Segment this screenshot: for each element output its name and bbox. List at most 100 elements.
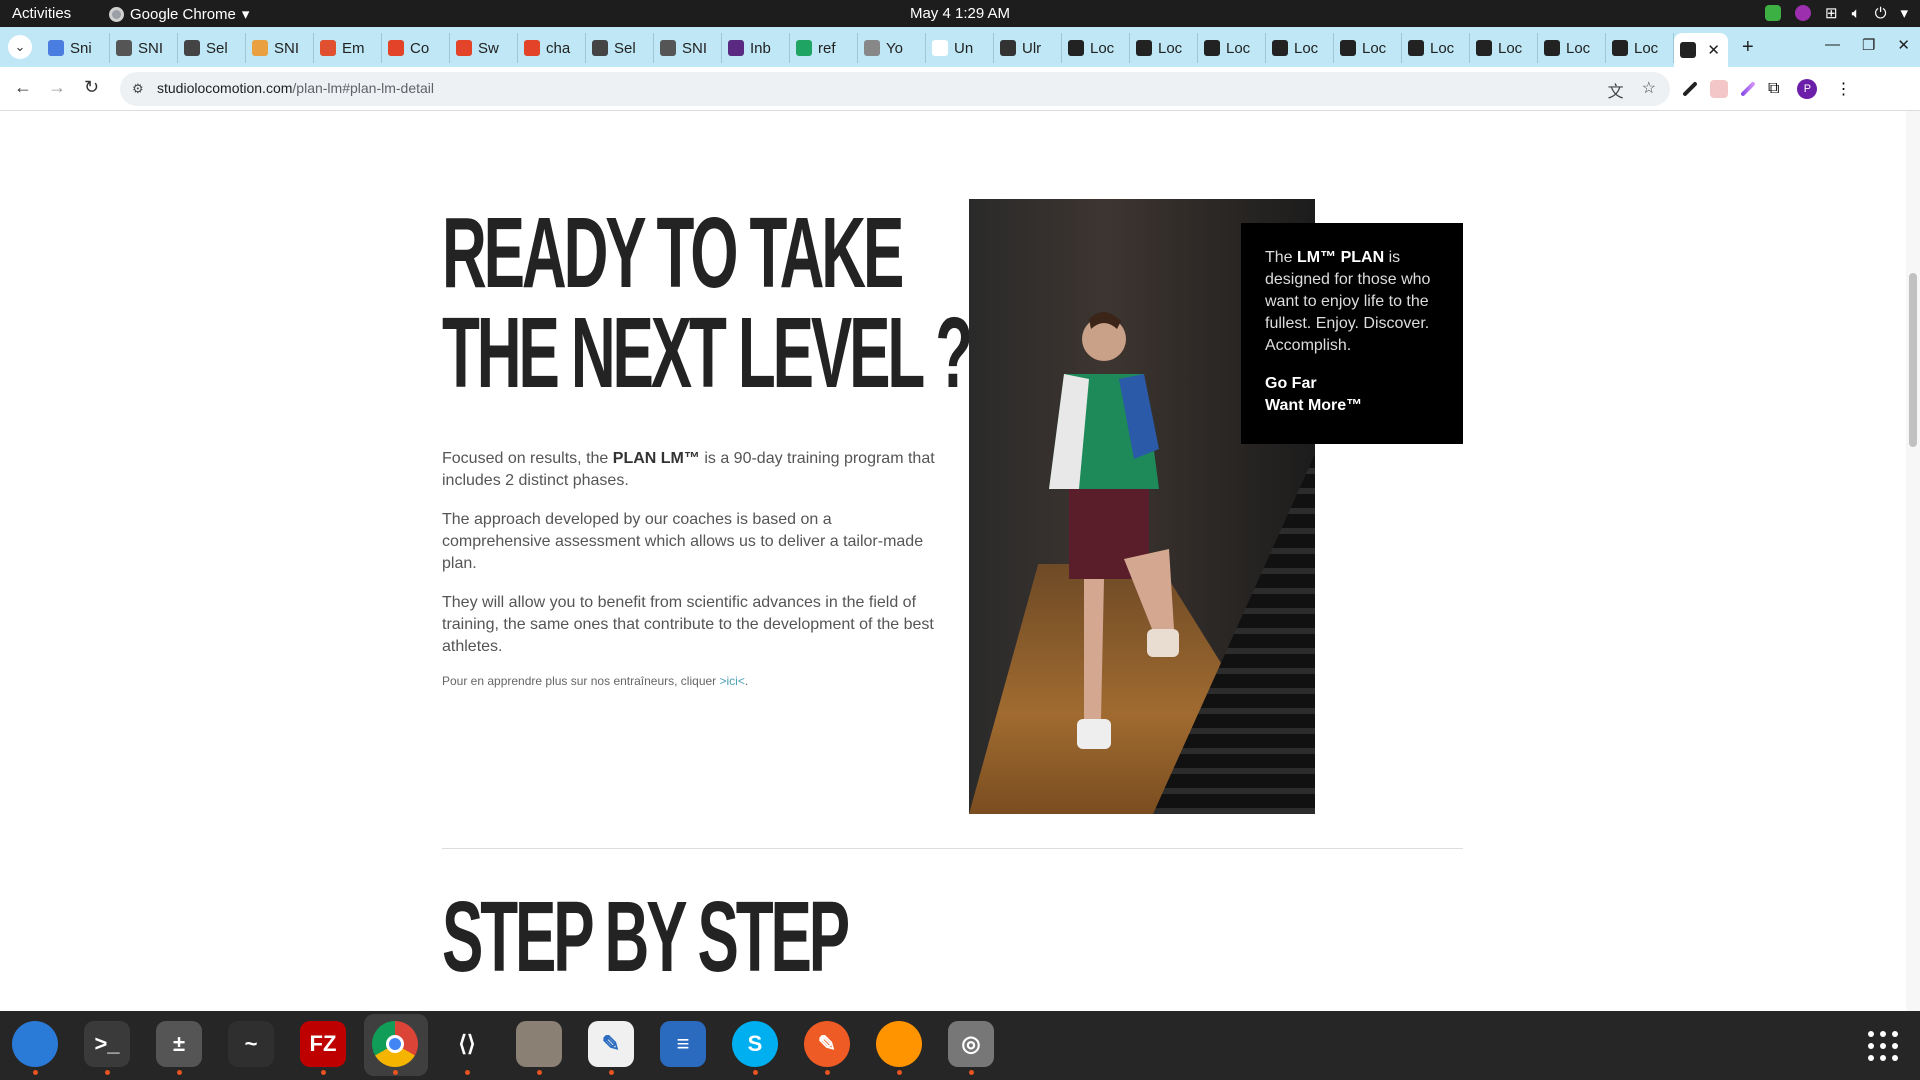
tab-item[interactable]: SNI bbox=[654, 33, 722, 63]
tab-item[interactable]: SNI bbox=[110, 33, 178, 63]
more-menu-icon[interactable]: ⋮ bbox=[1835, 79, 1851, 99]
app-menu[interactable]: Google Chrome ▾ bbox=[109, 5, 249, 23]
update-indicator-icon[interactable] bbox=[1765, 5, 1781, 21]
forward-icon[interactable]: → bbox=[48, 77, 66, 98]
scrollbar-thumb[interactable] bbox=[1909, 273, 1917, 447]
tab-item[interactable]: Un bbox=[926, 33, 994, 63]
tab-favicon-icon bbox=[1340, 40, 1356, 56]
tab-item[interactable]: Loc bbox=[1334, 33, 1402, 63]
plan-name: PLAN LM™ bbox=[612, 450, 700, 467]
tab-item[interactable]: Loc bbox=[1538, 33, 1606, 63]
activities-button[interactable]: Activities bbox=[12, 5, 71, 22]
url-text[interactable]: studiolocomotion.com/plan-lm#plan-lm-det… bbox=[157, 80, 434, 96]
network-icon[interactable]: ⊞ bbox=[1825, 4, 1838, 22]
tab-favicon-icon bbox=[592, 40, 608, 56]
tab-favicon-icon bbox=[320, 40, 336, 56]
calendar-extension-icon[interactable] bbox=[1710, 80, 1728, 98]
tab-item[interactable]: Loc bbox=[1198, 33, 1266, 63]
files-icon[interactable] bbox=[516, 1021, 562, 1075]
site-info-icon[interactable]: ⚙︎ bbox=[132, 81, 144, 97]
browser-toolbar: ← → ↻ ⚙︎ studiolocomotion.com/plan-lm#pl… bbox=[0, 67, 1920, 111]
taskbar-dock: >_ ± ~ FZ ⟨⟩ ✎ ≡ S ✎ ◎ bbox=[0, 1011, 1920, 1080]
libreoffice-writer-icon[interactable]: ≡ bbox=[660, 1021, 706, 1067]
tab-item[interactable]: Em bbox=[314, 33, 382, 63]
power-icon[interactable]: ⏻ bbox=[1875, 5, 1887, 22]
tab-favicon-icon bbox=[1612, 40, 1628, 56]
tab-label: Co bbox=[410, 39, 430, 57]
tab-item[interactable]: Loc bbox=[1062, 33, 1130, 63]
address-bar[interactable]: ⚙︎ studiolocomotion.com/plan-lm#plan-lm-… bbox=[120, 72, 1670, 106]
tab-item[interactable]: Sel bbox=[178, 33, 246, 63]
tab-search-button[interactable]: ⌄ bbox=[8, 35, 32, 59]
close-window-icon[interactable]: ✕ bbox=[1897, 36, 1910, 54]
tab-item[interactable]: ref bbox=[790, 33, 858, 63]
tab-label: Yo bbox=[886, 39, 903, 57]
tab-close-icon[interactable]: ✕ bbox=[1707, 41, 1720, 59]
tab-item[interactable]: SNI bbox=[246, 33, 314, 63]
tab-label: Loc bbox=[1362, 39, 1387, 57]
tab-favicon-icon bbox=[796, 40, 812, 56]
page-scrollbar[interactable] bbox=[1906, 111, 1920, 1011]
disks-icon[interactable]: ◎ bbox=[948, 1021, 994, 1075]
pen-extension-icon[interactable] bbox=[1740, 81, 1756, 97]
tab-item[interactable]: Loc bbox=[1266, 33, 1334, 63]
coaches-link[interactable]: >ici< bbox=[720, 674, 745, 688]
tagline-line-1: Go Far bbox=[1265, 375, 1317, 392]
running-indicator bbox=[897, 1070, 902, 1075]
extension-indicator-icon[interactable] bbox=[1795, 5, 1811, 21]
show-apps-icon[interactable] bbox=[1868, 1031, 1898, 1061]
eyedropper-extension-icon[interactable] bbox=[1682, 81, 1698, 97]
tab-item[interactable]: Co bbox=[382, 33, 450, 63]
skype-icon[interactable]: S bbox=[732, 1021, 778, 1075]
clock[interactable]: May 4 1:29 AM bbox=[0, 5, 1920, 22]
coaches-note: Pour en apprendre plus sur nos entraîneu… bbox=[442, 674, 748, 688]
filezilla-icon[interactable]: FZ bbox=[300, 1021, 346, 1075]
calculator-icon[interactable]: ± bbox=[156, 1021, 202, 1075]
back-icon[interactable]: ← bbox=[14, 77, 32, 98]
tab-label: Inb bbox=[750, 39, 771, 57]
tab-item[interactable]: Ulr bbox=[994, 33, 1062, 63]
tab-item[interactable]: Inb bbox=[722, 33, 790, 63]
thunderbird-icon[interactable] bbox=[12, 1021, 58, 1075]
tab-item[interactable]: Sni bbox=[42, 33, 110, 63]
tab-item[interactable]: Loc bbox=[1402, 33, 1470, 63]
tab-item[interactable]: Loc bbox=[1606, 33, 1674, 63]
plan-info-box: The LM™ PLAN is designed for those who w… bbox=[1241, 223, 1463, 444]
tab-item[interactable]: cha bbox=[518, 33, 586, 63]
tab-favicon-icon bbox=[1680, 42, 1696, 58]
running-indicator bbox=[105, 1070, 110, 1075]
tab-label: Loc bbox=[1226, 39, 1251, 57]
reload-icon[interactable]: ↻ bbox=[84, 77, 99, 98]
url-path: /plan-lm#plan-lm-detail bbox=[292, 80, 435, 96]
bookmark-star-icon[interactable]: ☆ bbox=[1642, 78, 1656, 102]
chrome-icon[interactable] bbox=[372, 1021, 418, 1075]
translate-icon[interactable]: 文 bbox=[1608, 78, 1624, 102]
tab-label: Ulr bbox=[1022, 39, 1042, 57]
chevron-down-icon[interactable]: ▾ bbox=[1900, 4, 1908, 22]
tab-item[interactable]: Sw bbox=[450, 33, 518, 63]
volume-icon[interactable]: 🔈︎ bbox=[1852, 5, 1861, 22]
tab-favicon-icon bbox=[864, 40, 880, 56]
vscode-icon[interactable]: ⟨⟩ bbox=[444, 1021, 490, 1075]
tab-active[interactable]: ✕ bbox=[1674, 33, 1728, 67]
new-tab-button[interactable]: + bbox=[1742, 36, 1754, 59]
tab-item[interactable]: Loc bbox=[1470, 33, 1538, 63]
puzzle-extensions-icon[interactable]: ⧉ bbox=[1768, 80, 1779, 98]
restore-icon[interactable]: ❐ bbox=[1862, 36, 1875, 54]
minimize-icon[interactable]: — bbox=[1825, 36, 1840, 54]
postman-icon[interactable]: ✎ bbox=[804, 1021, 850, 1075]
terminal-icon[interactable]: >_ bbox=[84, 1021, 130, 1075]
tab-label: ref bbox=[818, 39, 836, 57]
profile-avatar[interactable]: P bbox=[1797, 79, 1818, 99]
tab-item[interactable]: Sel bbox=[586, 33, 654, 63]
tab-favicon-icon bbox=[1272, 40, 1288, 56]
tab-item[interactable]: Yo bbox=[858, 33, 926, 63]
system-tray[interactable]: ⊞ 🔈︎ ⏻ ▾ bbox=[1765, 4, 1908, 22]
system-monitor-icon[interactable]: ~ bbox=[228, 1021, 274, 1067]
tab-favicon-icon bbox=[1068, 40, 1084, 56]
tab-item[interactable]: Loc bbox=[1130, 33, 1198, 63]
text-editor-icon[interactable]: ✎ bbox=[588, 1021, 634, 1075]
tab-favicon-icon bbox=[1544, 40, 1560, 56]
firefox-icon[interactable] bbox=[876, 1021, 922, 1075]
running-indicator bbox=[465, 1070, 470, 1075]
